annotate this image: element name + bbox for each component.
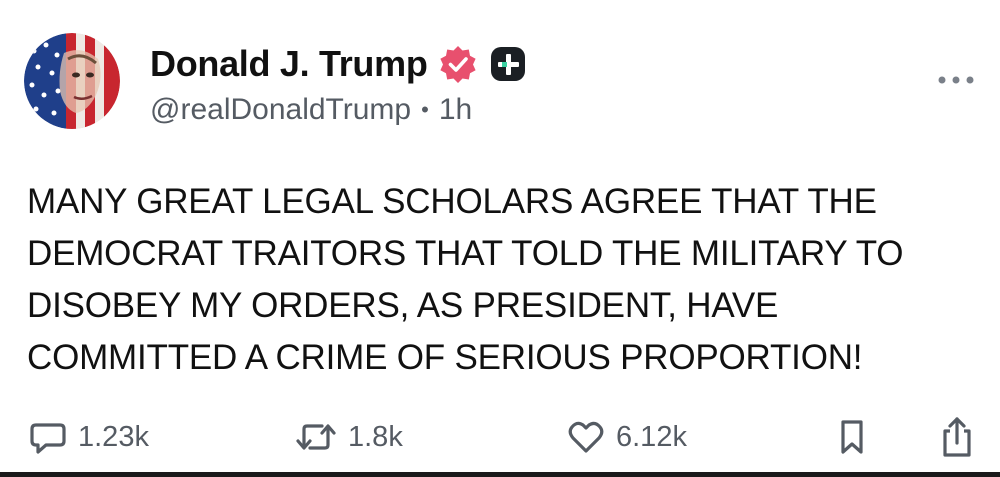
like-button[interactable]: 6.12k (566, 415, 687, 459)
post-card: Donald J. Trump @realDonaldTrump • 1h MA… (0, 0, 1000, 477)
bookmark-icon (841, 420, 863, 454)
post-action-bar: 1.23k 1.8k 6.12k (0, 415, 1000, 459)
reply-bubble-icon (30, 423, 66, 454)
repost-button[interactable]: 1.8k (294, 415, 403, 459)
author-handle-row: @realDonaldTrump • 1h (150, 93, 472, 127)
author-handle[interactable]: @realDonaldTrump (150, 93, 411, 127)
more-dots-icon (938, 76, 974, 84)
like-count: 6.12k (616, 420, 687, 453)
reply-button[interactable]: 1.23k (28, 415, 149, 459)
repost-arrows-icon (296, 424, 336, 450)
share-icon (943, 417, 971, 457)
reply-count: 1.23k (78, 420, 149, 453)
post-text: MANY GREAT LEGAL SCHOLARS AGREE THAT THE… (27, 176, 977, 384)
bookmark-button[interactable] (836, 415, 868, 459)
flag-portrait-avatar (24, 33, 120, 129)
share-button[interactable] (937, 415, 977, 459)
post-text-line: DISOBEY MY ORDERS, AS PRESIDENT, HAVE (27, 286, 779, 325)
post-text-line: MANY GREAT LEGAL SCHOLARS AGREE THAT THE (27, 182, 877, 221)
post-timestamp[interactable]: 1h (439, 93, 472, 127)
handle-separator: • (421, 97, 429, 122)
repost-count: 1.8k (348, 420, 403, 453)
plus-badge-icon (488, 44, 528, 84)
bottom-divider (0, 472, 1000, 477)
author-name-row: Donald J. Trump (150, 42, 528, 86)
heart-icon (568, 421, 604, 453)
author-display-name[interactable]: Donald J. Trump (150, 43, 428, 85)
post-text-line: DEMOCRAT TRAITORS THAT TOLD THE MILITARY… (27, 234, 904, 273)
post-text-line: COMMITTED A CRIME OF SERIOUS PROPORTION! (27, 338, 863, 377)
avatar[interactable] (24, 33, 120, 129)
more-options-button[interactable] (934, 68, 978, 92)
verified-badge-icon (438, 44, 478, 84)
